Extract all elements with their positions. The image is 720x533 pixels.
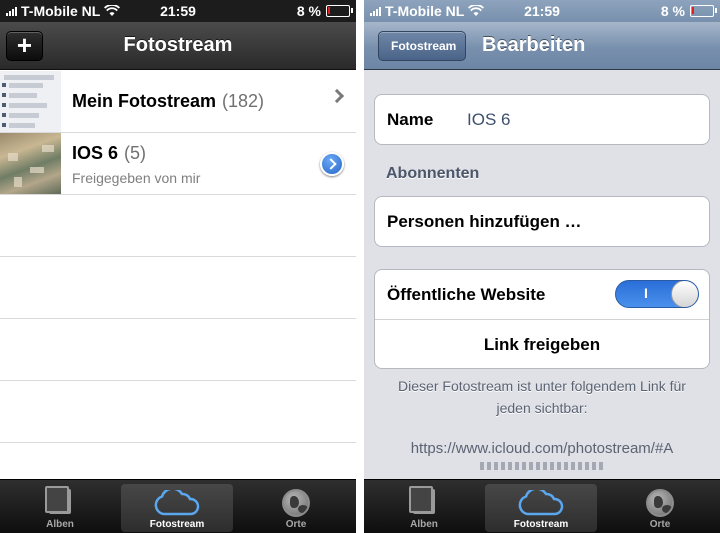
page-title: Bearbeiten <box>482 34 586 56</box>
battery-percent: 8 % <box>660 3 685 19</box>
tab-label: Alben <box>46 519 74 530</box>
nav-bar: Fotostream Bearbeiten <box>364 22 720 70</box>
name-field[interactable]: IOS 6 <box>467 110 510 130</box>
status-bar: T-Mobile NL 21:59 8 % <box>0 0 356 22</box>
toggle-knob[interactable] <box>671 281 698 307</box>
empty-row <box>0 319 356 381</box>
footer-text: Dieser Fotostream ist unter folgendem Li… <box>398 378 686 416</box>
battery-icon <box>690 5 717 17</box>
name-cell[interactable]: Name IOS 6 <box>375 95 709 144</box>
nav-bar: + Fotostream <box>0 22 356 70</box>
row-title-text: IOS 6 <box>72 143 119 163</box>
page-title: Fotostream <box>123 34 233 56</box>
url-continuation <box>480 462 604 470</box>
share-link-cell[interactable]: Link freigeben <box>375 319 709 368</box>
cloud-icon <box>154 490 200 516</box>
public-website-toggle[interactable]: I <box>615 280 699 308</box>
globe-icon <box>646 489 674 517</box>
tab-orte[interactable]: Orte <box>240 484 352 532</box>
stream-list: Mein Fotostream (182) IOS 6 (5) Freigegebe… <box>0 71 356 443</box>
status-bar: T-Mobile NL 21:59 8 % <box>364 0 720 22</box>
bearbeiten-screen: T-Mobile NL 21:59 8 % Fotostream Bearbei… <box>364 0 720 533</box>
row-subtitle: Freigegeben von mir <box>72 170 201 186</box>
row-count: (5) <box>124 143 147 163</box>
name-group: Name IOS 6 <box>374 94 710 145</box>
tab-orte[interactable]: Orte <box>604 484 716 532</box>
tab-label: Orte <box>649 519 671 530</box>
add-people-label: Personen hinzufügen … <box>387 212 582 231</box>
empty-row <box>0 195 356 257</box>
list-item-mein-fotostream[interactable]: Mein Fotostream (182) <box>0 71 356 133</box>
tab-label: Fotostream <box>513 519 569 530</box>
row-title: IOS 6 (5) <box>72 143 146 164</box>
section-header-subscribers: Abonnenten <box>386 165 480 182</box>
battery-percent: 8 % <box>296 3 321 19</box>
back-button[interactable]: Fotostream <box>378 31 467 61</box>
album-icon <box>409 486 435 514</box>
tab-bar: Alben Fotostream Orte <box>364 479 720 533</box>
screen-divider <box>356 0 364 533</box>
tab-alben[interactable]: Alben <box>4 484 116 532</box>
tab-bar: Alben Fotostream Orte <box>0 479 356 533</box>
tab-fotostream[interactable]: Fotostream <box>485 484 597 532</box>
row-title: Mein Fotostream (182) <box>72 91 264 112</box>
globe-icon <box>282 489 310 517</box>
back-button-label: Fotostream <box>391 39 457 53</box>
row-title-text: Mein Fotostream <box>72 91 217 111</box>
detail-disclosure-button[interactable] <box>320 152 344 176</box>
battery-icon <box>326 5 353 17</box>
tab-label: Fotostream <box>149 519 205 530</box>
tab-label: Orte <box>285 519 307 530</box>
add-people-cell[interactable]: Personen hinzufügen … <box>375 197 709 246</box>
empty-row <box>0 257 356 319</box>
fotostream-screen: T-Mobile NL 21:59 8 % + Fotostream Mein … <box>0 0 356 533</box>
album-icon <box>45 486 71 514</box>
stream-thumbnail <box>0 133 61 194</box>
empty-row <box>0 381 356 443</box>
chevron-right-icon <box>329 88 345 104</box>
website-group: Öffentliche Website I Link freigeben <box>374 269 710 369</box>
toggle-on-label: I <box>644 285 648 301</box>
tab-alben[interactable]: Alben <box>368 484 480 532</box>
public-website-label: Öffentliche Website <box>387 285 546 304</box>
public-website-cell: Öffentliche Website I <box>375 270 709 319</box>
row-count: (182) <box>222 91 265 111</box>
subscribers-group: Personen hinzufügen … <box>374 196 710 247</box>
list-item-ios6[interactable]: IOS 6 (5) Freigegeben von mir <box>0 133 356 195</box>
stream-thumbnail <box>0 71 61 132</box>
tab-label: Alben <box>410 519 438 530</box>
share-link-button: Link freigeben <box>483 335 601 354</box>
stream-url: https://www.icloud.com/photostream/#A <box>410 440 674 457</box>
tab-fotostream[interactable]: Fotostream <box>121 484 233 532</box>
cloud-icon <box>518 490 564 516</box>
name-label: Name <box>387 110 434 129</box>
